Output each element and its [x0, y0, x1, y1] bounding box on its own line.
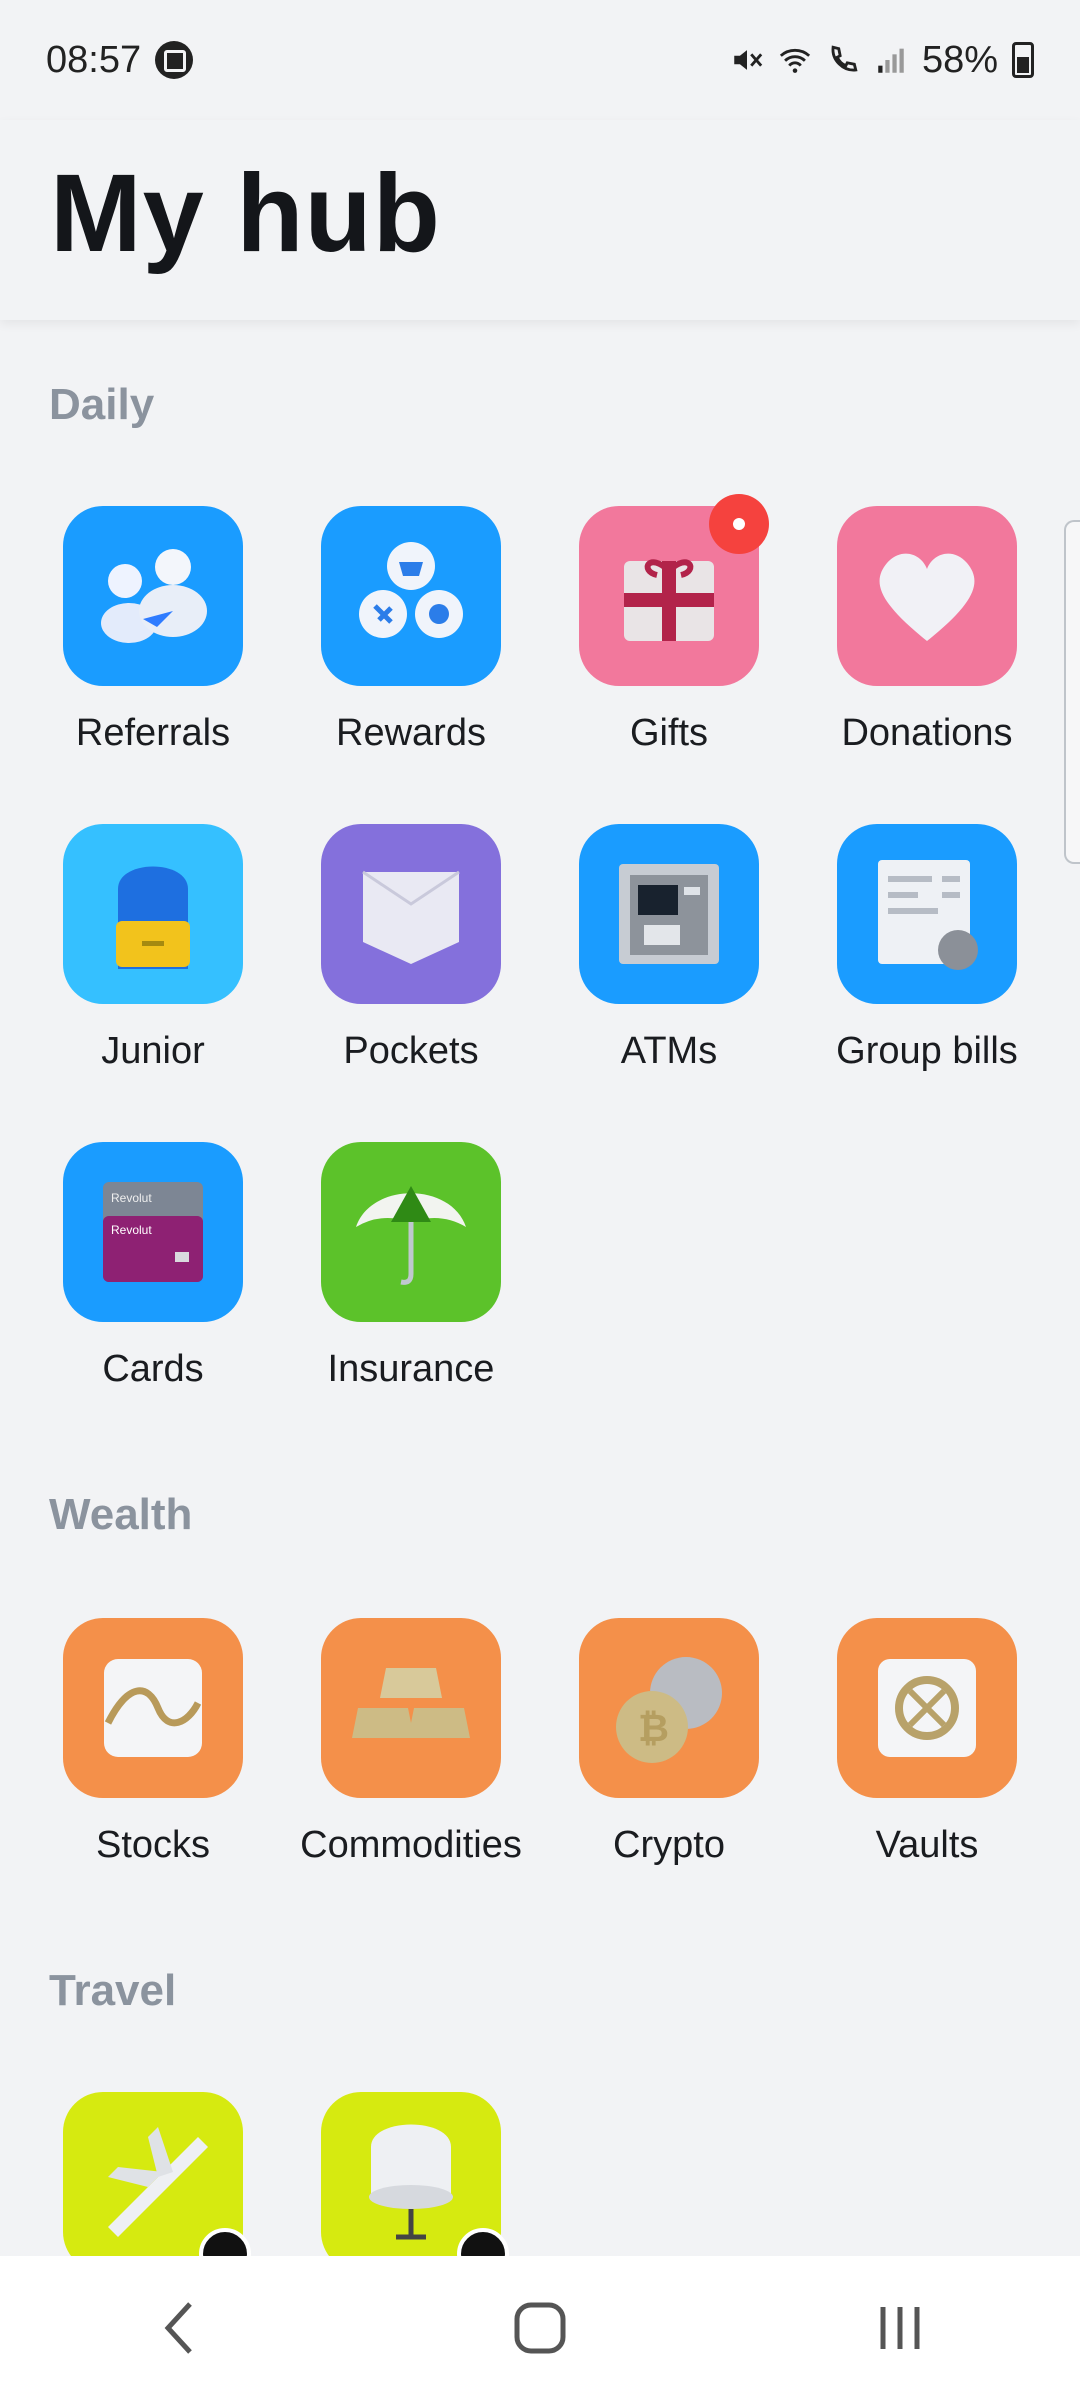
tile-cards[interactable]: Revolut Revolut Cards: [24, 1142, 282, 1391]
clock: 08:57: [46, 38, 142, 81]
home-icon: [514, 2302, 566, 2354]
recents-icon: [880, 2307, 920, 2349]
tile-group-bills[interactable]: Group bills: [798, 824, 1056, 1073]
referrals-icon: [63, 506, 243, 686]
umbrella-icon: [321, 1142, 501, 1322]
tile-label: Gifts: [629, 712, 709, 754]
card-brand-text: Revolut: [111, 1223, 152, 1237]
tile-gifts[interactable]: Gifts: [540, 494, 798, 755]
tile-label: Commodities: [300, 1824, 522, 1866]
tile-donations[interactable]: Donations: [798, 506, 1056, 755]
tile-label: Junior: [101, 1030, 205, 1072]
tile-label: Stocks: [95, 1824, 211, 1866]
atm-icon: [579, 824, 759, 1004]
tile-atms[interactable]: ATMs: [540, 824, 798, 1073]
tile-label: Donations: [841, 712, 1013, 754]
home-button[interactable]: [490, 2278, 590, 2378]
tile-label: Vaults: [875, 1824, 979, 1866]
tile-label: Insurance: [327, 1348, 495, 1390]
page-title: My hub: [50, 152, 441, 275]
pocket-icon: [321, 824, 501, 1004]
recents-button[interactable]: [850, 2278, 950, 2378]
status-bar: 08:57 58%: [0, 0, 1080, 120]
section-title-travel: Travel: [49, 1966, 177, 2015]
signal-icon: [878, 48, 904, 73]
tile-label: Cards: [102, 1348, 204, 1390]
tile-pockets[interactable]: Pockets: [282, 824, 540, 1073]
tile-junior[interactable]: Junior: [24, 824, 282, 1073]
tile-commodities[interactable]: Commodities: [282, 1618, 540, 1867]
rewards-icon: [321, 506, 501, 686]
tile-stocks[interactable]: Stocks: [24, 1618, 282, 1867]
section-title-wealth: Wealth: [49, 1490, 193, 1539]
receipt-icon: [837, 824, 1017, 1004]
vault-icon: [837, 1618, 1017, 1798]
notification-badge: [709, 494, 769, 554]
battery-icon: [1012, 42, 1034, 78]
backpack-icon: [63, 824, 243, 1004]
mute-icon: [734, 50, 763, 70]
tile-referrals[interactable]: Referrals: [24, 506, 282, 755]
scrollbar[interactable]: [1064, 520, 1080, 864]
tile-insurance[interactable]: Insurance: [282, 1142, 540, 1391]
back-button[interactable]: [130, 2278, 230, 2378]
heart-icon: [837, 506, 1017, 686]
call-icon: [831, 45, 858, 72]
tile-rewards[interactable]: Rewards: [282, 506, 540, 755]
tile-label: ATMs: [620, 1030, 718, 1072]
stocks-icon: [63, 1618, 243, 1798]
system-nav-bar: [0, 2256, 1080, 2400]
tile-label: Pockets: [343, 1030, 479, 1072]
gold-bars-icon: [321, 1618, 501, 1798]
tile-label: Rewards: [336, 712, 486, 754]
svg-text:₿: ₿: [638, 1708, 669, 1750]
cards-icon: Revolut Revolut: [63, 1142, 243, 1322]
tile-label: Referrals: [75, 712, 231, 754]
tile-label: Crypto: [613, 1824, 725, 1866]
notification-icon: [155, 41, 194, 79]
tile-label: Group bills: [836, 1030, 1018, 1072]
header: My hub: [0, 120, 1080, 320]
back-icon: [164, 2302, 192, 2354]
wifi-icon: [779, 48, 811, 73]
battery-percent: 58%: [921, 38, 998, 81]
section-title-daily: Daily: [49, 380, 155, 429]
crypto-icon: ₿: [579, 1618, 759, 1798]
card-brand-text: Revolut: [111, 1191, 152, 1205]
tile-crypto[interactable]: ₿ Crypto: [540, 1618, 798, 1867]
tile-vaults[interactable]: Vaults: [798, 1618, 1056, 1867]
